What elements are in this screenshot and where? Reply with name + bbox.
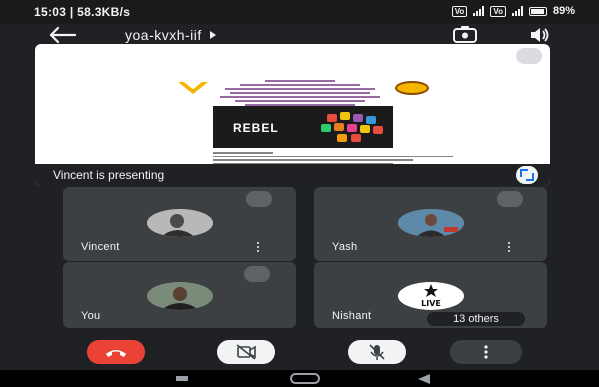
avatar: LIVE (398, 282, 464, 310)
institute-logo-left (178, 82, 208, 94)
avatar (398, 209, 464, 237)
participant-name: Nishant (332, 310, 372, 322)
recents-icon[interactable] (176, 376, 188, 381)
presentation-caption-bar: Vincent is presenting (35, 164, 550, 186)
chevron-right-icon (209, 31, 216, 39)
end-call-button[interactable] (87, 340, 145, 364)
camera-toggle-button[interactable] (217, 340, 275, 364)
mic-off-icon (244, 266, 270, 282)
more-vert-icon[interactable] (256, 242, 260, 252)
status-bar: 15:03 | 58.3KB/s Vo Vo 89% (0, 0, 599, 24)
more-vert-icon[interactable] (507, 242, 511, 252)
home-icon[interactable] (290, 373, 320, 384)
fullscreen-icon[interactable] (516, 166, 538, 184)
presenter-mic-off-icon (516, 48, 542, 64)
avatar (147, 282, 213, 310)
presentation-view[interactable]: REBEL Vincent is presenting (35, 44, 550, 186)
participant-name: You (81, 310, 101, 322)
switch-camera-icon[interactable] (452, 25, 478, 45)
back-arrow-icon[interactable] (48, 26, 78, 44)
event-banner-title: REBEL (233, 121, 279, 135)
event-hex-graphic (313, 110, 389, 144)
avatar (147, 209, 213, 237)
signal-icon-2 (511, 6, 523, 16)
battery-percent: 89% (552, 5, 575, 17)
volte-icon-2: Vo (490, 5, 506, 17)
others-count-chip[interactable]: 13 others (427, 312, 525, 326)
meet-screen: 15:03 | 58.3KB/s Vo Vo 89% yoa-kvxh-iif (0, 0, 599, 387)
mic-off-icon (246, 191, 272, 207)
meeting-code: yoa-kvxh-iif (125, 27, 202, 43)
participant-name: Yash (332, 241, 358, 253)
participant-tile[interactable]: LIVE Nishant 13 others (314, 262, 547, 328)
meeting-top-bar: yoa-kvxh-iif (0, 24, 599, 46)
participant-tile[interactable]: Vincent (63, 187, 296, 261)
signal-icon (473, 6, 485, 16)
presenting-label: Vincent is presenting (53, 168, 165, 182)
mic-off-icon (369, 344, 385, 360)
battery-icon (528, 6, 547, 16)
end-call-icon (106, 350, 126, 357)
more-options-button[interactable] (450, 340, 522, 364)
back-nav-icon[interactable] (418, 374, 430, 384)
meeting-code-button[interactable]: yoa-kvxh-iif (125, 27, 216, 43)
institute-logo-right (395, 81, 429, 95)
mic-off-icon (497, 191, 523, 207)
slide-heading-text (215, 78, 385, 108)
status-indicators: Vo Vo 89% (451, 5, 575, 17)
speaker-icon[interactable] (527, 25, 551, 45)
participant-name: Vincent (81, 241, 120, 253)
volte-icon: Vo (451, 5, 468, 17)
more-options-icon (484, 345, 488, 359)
participant-tile[interactable]: You (63, 262, 296, 328)
call-controls (0, 330, 599, 370)
avatar-live-text: LIVE (421, 299, 441, 308)
participant-tile[interactable]: Yash (314, 187, 547, 261)
shared-slide: REBEL (35, 44, 550, 164)
mic-toggle-button[interactable] (348, 340, 406, 364)
status-time-speed: 15:03 | 58.3KB/s (34, 5, 131, 19)
camera-off-icon (236, 344, 256, 360)
system-nav-bar (0, 370, 599, 387)
